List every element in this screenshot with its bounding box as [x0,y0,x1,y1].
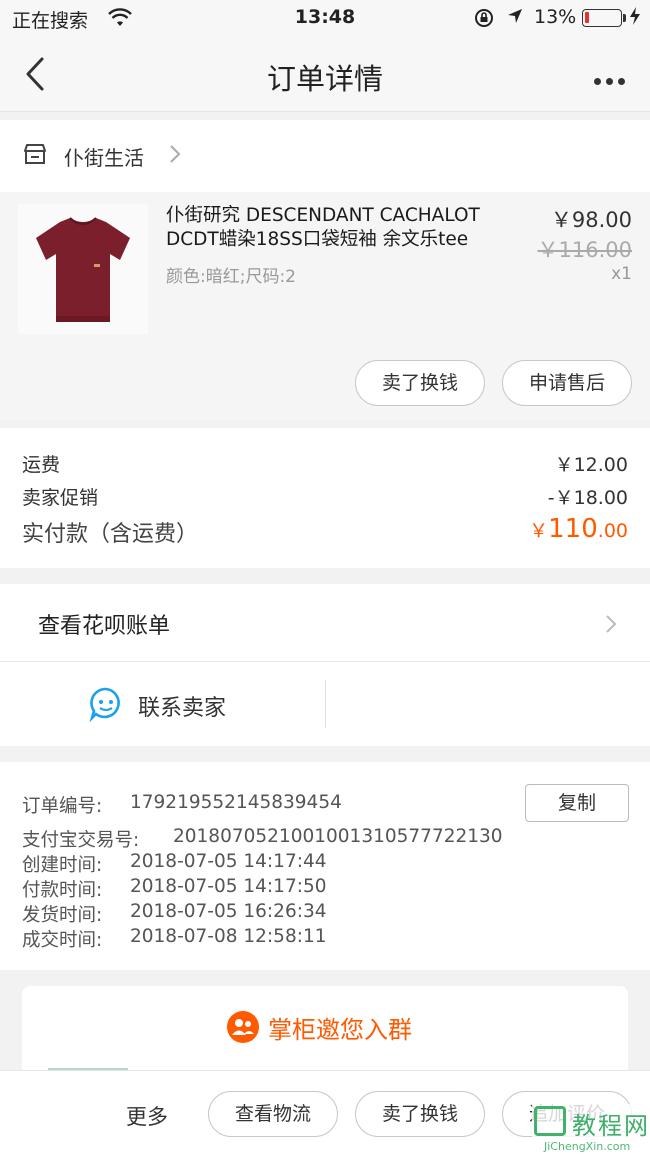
chevron-right-icon [604,612,618,640]
more-button[interactable] [594,70,630,89]
huabei-bill-row[interactable]: 查看花呗账单 [0,584,650,662]
info-label: 支付宝交易号: [22,830,140,851]
product-item[interactable]: 仆街研究 DESCENDANT CACHALOT DCDT蜡染18SS口袋短袖 … [0,192,650,420]
product-price: ￥98.00 [550,208,632,232]
total-currency: ￥ [529,520,549,542]
fee-summary: 运费 ￥12.00 卖家促销 -￥18.00 实付款（含运费） ￥110.00 [0,428,650,568]
alipay-trade-row: 支付宝交易号: 2018070521001001310577722130 [22,826,503,852]
promo-row: 卖家促销 -￥18.00 [22,483,628,510]
info-label: 付款时间: [22,880,103,901]
rotation-lock-icon [474,8,494,33]
total-label: 实付款（含运费） [22,522,199,547]
group-invite-card[interactable]: 掌柜邀您入群 [22,986,628,1076]
battery-percent: 13% [534,6,577,28]
group-icon [226,1010,260,1048]
promo-value: -￥18.00 [547,487,628,509]
contact-seller-button[interactable]: 联系卖家 [138,690,226,722]
shipping-row: 运费 ￥12.00 [22,450,628,477]
store-name: 仆街生活 [64,146,144,170]
total-integer: 110 [548,514,598,544]
view-logistics-button[interactable]: 查看物流 [208,1091,338,1137]
tshirt-image [36,217,130,322]
info-value: 2018070521001001310577722130 [173,826,503,847]
status-bar: 正在搜索 13:48 13% [0,0,650,36]
sell-button[interactable]: 卖了换钱 [355,1091,485,1137]
after-sale-button[interactable]: 申请售后 [502,360,632,406]
shop-icon [22,142,48,170]
copy-button[interactable]: 复制 [525,784,629,822]
order-info: 订单编号: 179219552145839454 复制 支付宝交易号: 2018… [0,762,650,970]
watermark: 教程网 JiChengXin.com [532,1104,650,1156]
info-label: 成交时间: [22,930,103,951]
promo-label: 卖家促销 [22,487,99,509]
shipped-time-row: 发货时间: 2018-07-05 16:26:34 [22,901,326,927]
battery-tip [623,14,626,22]
info-value: 2018-07-08 12:58:11 [130,926,327,947]
info-label: 创建时间: [22,855,103,876]
product-thumbnail[interactable] [18,204,148,334]
group-invite-label: 掌柜邀您入群 [268,1016,412,1044]
total-decimal: .00 [597,520,628,542]
store-header[interactable]: 仆街生活 [0,120,650,192]
total-row: 实付款（含运费） ￥110.00 [22,514,628,548]
paid-time-row: 付款时间: 2018-07-05 14:17:50 [22,876,326,902]
order-number-row: 订单编号: 179219552145839454 [22,792,342,818]
location-icon [506,7,524,30]
info-value: 2018-07-05 14:17:44 [130,851,327,872]
more-dots-icon [594,78,601,85]
contact-bar: 联系卖家 [0,662,650,746]
shipping-value: ￥12.00 [554,454,628,476]
total-value: ￥110.00 [529,514,628,544]
nav-bar: 订单详情 [0,36,650,112]
chat-bubble-icon [88,686,124,726]
created-time-row: 创建时间: 2018-07-05 14:17:44 [22,851,326,877]
completed-time-row: 成交时间: 2018-07-08 12:58:11 [22,926,326,952]
charging-bolt-icon [629,6,641,31]
product-title[interactable]: 仆街研究 DESCENDANT CACHALOT DCDT蜡染18SS口袋短袖 … [166,204,526,252]
more-button[interactable]: 更多 [126,1101,168,1131]
watermark-url: JiChengXin.com [544,1140,631,1153]
divider [325,680,326,728]
chevron-right-icon [168,142,182,170]
page-title: 订单详情 [266,62,383,96]
sell-button[interactable]: 卖了换钱 [355,360,485,406]
watermark-logo-icon [534,1106,566,1136]
info-value: 179219552145839454 [130,792,342,813]
info-value: 2018-07-05 14:17:50 [130,876,327,897]
shipping-label: 运费 [22,454,61,476]
info-label: 发货时间: [22,905,103,926]
huabei-label: 查看花呗账单 [38,614,171,639]
info-value: 2018-07-05 16:26:34 [130,901,327,922]
watermark-text: 教程网 [572,1112,650,1140]
info-label: 订单编号: [22,796,103,817]
product-quantity: x1 [611,264,632,284]
product-spec: 颜色:暗红;尺码:2 [166,267,296,287]
product-original-price: ￥116.00 [537,238,632,262]
battery-icon [582,9,622,27]
